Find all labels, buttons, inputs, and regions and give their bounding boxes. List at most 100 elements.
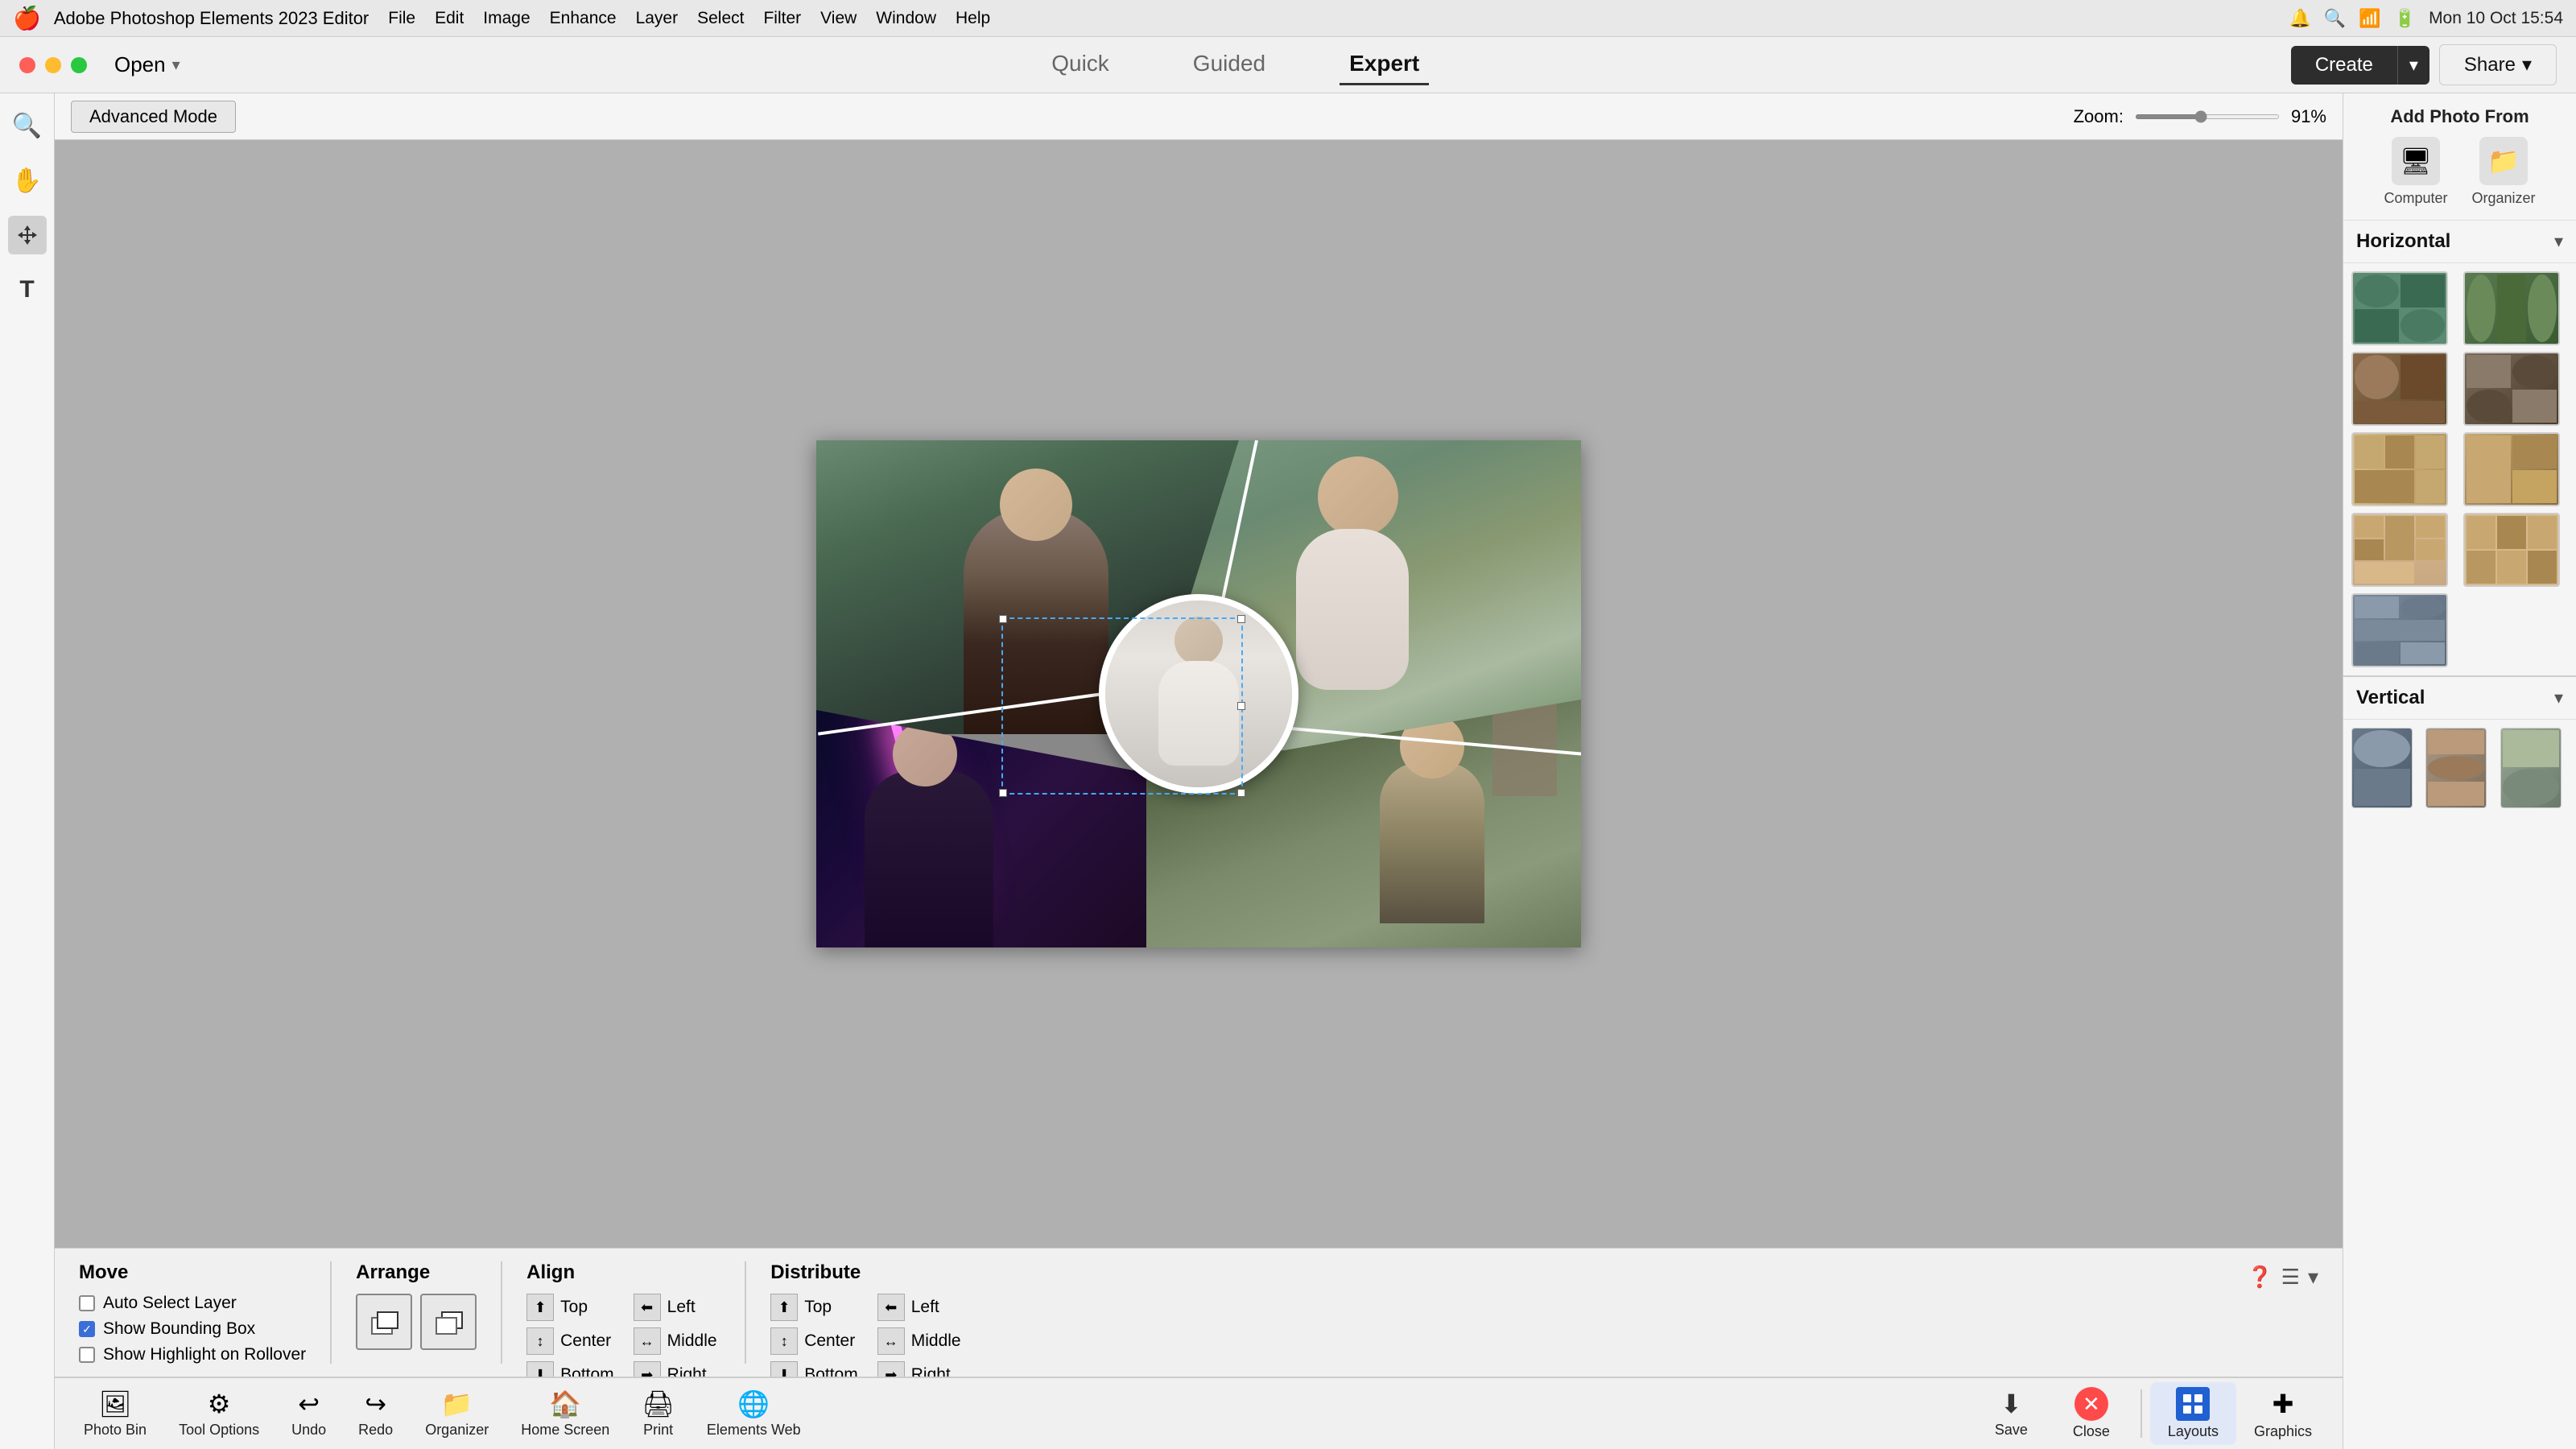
- taskbar-graphics[interactable]: ✚ Graphics: [2236, 1387, 2330, 1440]
- vertical-collapse-icon[interactable]: ▾: [2554, 687, 2563, 708]
- distribute-middle[interactable]: ↔ Middle: [877, 1327, 965, 1355]
- layout-thumb-3[interactable]: [2351, 352, 2448, 426]
- layout-thumb-6[interactable]: [2463, 432, 2560, 506]
- photo-panel-center-circle: [1099, 594, 1298, 794]
- taskbar-save[interactable]: ⬇ Save: [1972, 1389, 2050, 1439]
- zoom-value: 91%: [2291, 106, 2326, 127]
- auto-select-checkbox[interactable]: [79, 1295, 95, 1311]
- taskbar-layouts[interactable]: Layouts: [2150, 1382, 2236, 1445]
- create-button[interactable]: Create: [2291, 46, 2397, 85]
- computer-icon: 🖥: [2392, 137, 2440, 185]
- show-bounding-box-row[interactable]: ✓ Show Bounding Box: [79, 1319, 306, 1339]
- taskbar-tool-options[interactable]: ⚙ Tool Options: [163, 1389, 275, 1439]
- organizer-icon-rp: 📁: [2479, 137, 2528, 185]
- minimize-window-button[interactable]: [45, 57, 61, 73]
- close-window-button[interactable]: [19, 57, 35, 73]
- advanced-mode-button[interactable]: Advanced Mode: [71, 101, 236, 133]
- taskbar-organizer[interactable]: 📁 Organizer: [409, 1389, 505, 1439]
- print-label: Print: [643, 1422, 673, 1439]
- share-button[interactable]: Share ▾: [2439, 44, 2557, 85]
- show-highlight-row[interactable]: Show Highlight on Rollover: [79, 1345, 306, 1364]
- hand-tool[interactable]: ✋: [8, 161, 47, 200]
- layout-thumb-5[interactable]: [2351, 432, 2448, 506]
- distribute-center[interactable]: ↕ Center: [770, 1327, 858, 1355]
- list-icon[interactable]: ☰: [2281, 1265, 2300, 1290]
- vertical-thumb-1[interactable]: [2351, 728, 2413, 808]
- show-bounding-checkbox[interactable]: ✓: [79, 1321, 95, 1337]
- align-left[interactable]: ⬅ Left: [634, 1294, 721, 1321]
- menu-layer[interactable]: Layer: [636, 9, 679, 28]
- home-screen-label: Home Screen: [521, 1422, 609, 1439]
- traffic-lights: [0, 57, 106, 73]
- menu-file[interactable]: File: [388, 9, 415, 28]
- align-top-icon: ⬆: [526, 1294, 554, 1321]
- add-from-computer[interactable]: 🖥 Computer: [2384, 137, 2447, 207]
- vertical-thumb-3[interactable]: [2500, 728, 2562, 808]
- taskbar-print[interactable]: 🖨 Print: [625, 1389, 691, 1439]
- tab-expert[interactable]: Expert: [1340, 44, 1429, 85]
- align-middle[interactable]: ↔ Middle: [634, 1327, 721, 1355]
- divider-1: [330, 1261, 332, 1364]
- layout-thumb-7[interactable]: [2351, 513, 2448, 587]
- show-highlight-checkbox[interactable]: [79, 1347, 95, 1363]
- layout-thumb-2[interactable]: [2463, 271, 2560, 345]
- help-icon[interactable]: ❓: [2247, 1265, 2273, 1290]
- tab-quick[interactable]: Quick: [1042, 44, 1119, 85]
- menu-view[interactable]: View: [820, 9, 857, 28]
- apple-menu[interactable]: 🍎: [13, 5, 41, 31]
- align-label: Align: [526, 1261, 720, 1284]
- auto-select-layer-row[interactable]: Auto Select Layer: [79, 1294, 306, 1313]
- arrange-icon-back[interactable]: [420, 1294, 477, 1350]
- show-bounding-label: Show Bounding Box: [103, 1319, 255, 1339]
- expand-icon[interactable]: ▾: [2308, 1265, 2318, 1290]
- move-tool[interactable]: [8, 216, 47, 254]
- taskbar-home-screen[interactable]: 🏠 Home Screen: [505, 1389, 625, 1439]
- type-tool[interactable]: T: [8, 270, 47, 309]
- taskbar-undo[interactable]: ↩ Undo: [275, 1389, 342, 1439]
- computer-label: Computer: [2384, 190, 2447, 207]
- vertical-header: Vertical ▾: [2343, 677, 2576, 720]
- menu-window[interactable]: Window: [876, 9, 936, 28]
- taskbar-close[interactable]: ✕ Close: [2050, 1387, 2132, 1440]
- menu-filter[interactable]: Filter: [763, 9, 801, 28]
- search-tool[interactable]: 🔍: [8, 106, 47, 145]
- tab-guided[interactable]: Guided: [1183, 44, 1275, 85]
- auto-select-layer-label: Auto Select Layer: [103, 1294, 237, 1313]
- create-share-buttons: Create ▾ Share ▾: [2291, 44, 2557, 85]
- mode-tabs: Quick Guided Expert: [1042, 44, 1429, 85]
- vertical-thumbs-grid: [2343, 720, 2576, 816]
- create-dropdown-button[interactable]: ▾: [2397, 46, 2429, 85]
- align-middle-icon: ↔: [634, 1327, 661, 1355]
- notification-icon[interactable]: 🔔: [2289, 8, 2310, 29]
- layout-thumb-8[interactable]: [2463, 513, 2560, 587]
- taskbar-photo-bin[interactable]: 🖼 Photo Bin: [68, 1389, 163, 1439]
- zoom-slider[interactable]: [2135, 114, 2280, 119]
- open-button[interactable]: Open ▾: [114, 52, 180, 77]
- maximize-window-button[interactable]: [71, 57, 87, 73]
- taskbar-redo[interactable]: ↪ Redo: [342, 1389, 409, 1439]
- main-layout: 🔍 ✋ T Advanced Mode Zoom: 91%: [0, 93, 2576, 1449]
- search-icon[interactable]: 🔍: [2324, 8, 2346, 29]
- arrange-icon-front[interactable]: [356, 1294, 412, 1350]
- layout-thumb-1[interactable]: [2351, 271, 2448, 345]
- distribute-left[interactable]: ⬅ Left: [877, 1294, 965, 1321]
- horizontal-header: Horizontal ▾: [2343, 221, 2576, 263]
- menu-select[interactable]: Select: [697, 9, 744, 28]
- layout-thumb-4[interactable]: [2463, 352, 2560, 426]
- align-center[interactable]: ↕ Center: [526, 1327, 614, 1355]
- menu-help[interactable]: Help: [956, 9, 990, 28]
- vertical-thumb-2[interactable]: [2425, 728, 2487, 808]
- left-toolbar: 🔍 ✋ T: [0, 93, 55, 1449]
- taskbar-elements-web[interactable]: 🌐 Elements Web: [691, 1389, 817, 1439]
- distribute-top[interactable]: ⬆ Top: [770, 1294, 858, 1321]
- photo-bin-label: Photo Bin: [84, 1422, 147, 1439]
- menu-image[interactable]: Image: [483, 9, 530, 28]
- add-from-organizer[interactable]: 📁 Organizer: [2472, 137, 2536, 207]
- horizontal-collapse-icon[interactable]: ▾: [2554, 231, 2563, 252]
- align-top[interactable]: ⬆ Top: [526, 1294, 614, 1321]
- canvas-area[interactable]: [55, 140, 2343, 1248]
- menu-edit[interactable]: Edit: [435, 9, 464, 28]
- create-button-group: Create ▾: [2291, 46, 2429, 85]
- menu-enhance[interactable]: Enhance: [550, 9, 617, 28]
- layout-thumb-9[interactable]: [2351, 593, 2448, 667]
